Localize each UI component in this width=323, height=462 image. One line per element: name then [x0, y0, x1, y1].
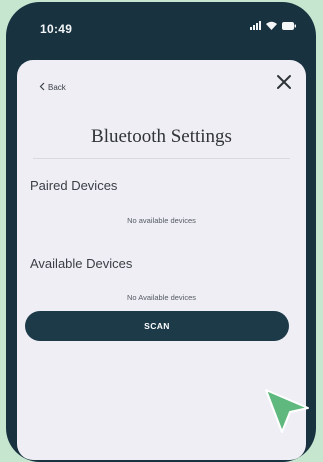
- chevron-left-icon: [39, 82, 45, 93]
- battery-icon: [282, 21, 296, 30]
- paired-devices-heading: Paired Devices: [30, 178, 118, 193]
- divider: [33, 158, 290, 159]
- scan-button[interactable]: SCAN: [25, 311, 289, 341]
- page-title: Bluetooth Settings: [91, 126, 232, 147]
- signal-icon: [250, 21, 261, 30]
- wifi-icon: [266, 21, 277, 30]
- status-icons: [250, 21, 296, 30]
- close-button[interactable]: [272, 72, 296, 96]
- available-devices-heading: Available Devices: [30, 256, 133, 271]
- paired-devices-empty-text: No available devices: [127, 216, 196, 225]
- cursor-pointer-icon: [265, 389, 309, 433]
- back-button[interactable]: Back: [39, 82, 66, 93]
- status-bar: 10:49: [6, 2, 316, 52]
- available-devices-empty-text: No Available devices: [126, 293, 197, 302]
- back-label: Back: [48, 83, 66, 92]
- status-time: 10:49: [40, 22, 73, 36]
- close-icon: [276, 74, 292, 95]
